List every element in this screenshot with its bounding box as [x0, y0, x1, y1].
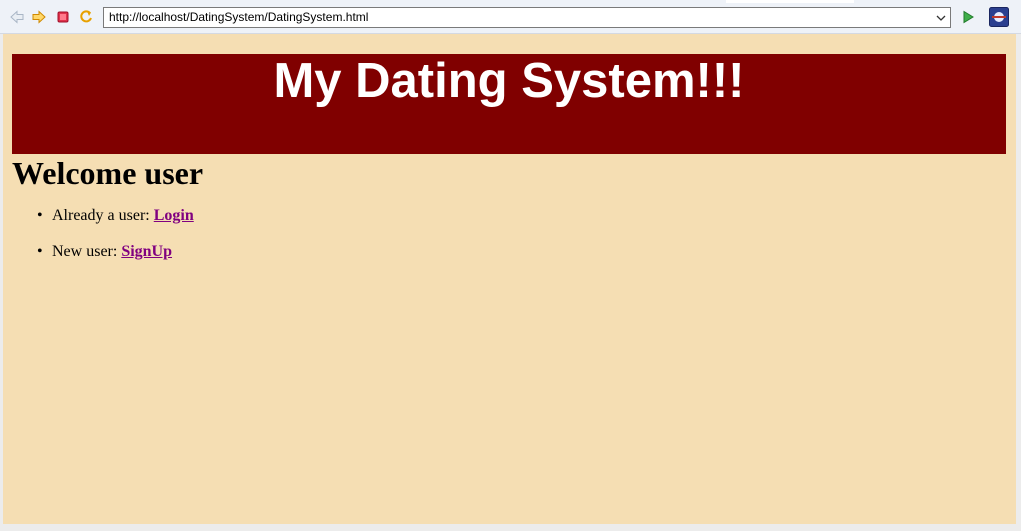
- go-arrow-icon[interactable]: [960, 9, 976, 25]
- banner-title: My Dating System!!!: [273, 54, 745, 108]
- window-frame-left: [0, 34, 3, 531]
- page-content: My Dating System!!! Welcome user Already…: [3, 34, 1016, 524]
- url-field[interactable]: http://localhost/DatingSystem/DatingSyst…: [103, 7, 951, 28]
- list-item: Already a user: Login: [37, 206, 194, 242]
- window-frame-right: [1016, 34, 1021, 531]
- browser-toolbar: http://localhost/DatingSystem/DatingSyst…: [0, 0, 1021, 34]
- list-item: New user: SignUp: [37, 242, 194, 278]
- tab-accent: [726, 0, 854, 3]
- chevron-down-icon[interactable]: [934, 8, 948, 27]
- list-item-text: Already a user:: [52, 207, 154, 224]
- welcome-heading: Welcome user: [12, 155, 204, 191]
- signup-link[interactable]: SignUp: [121, 243, 172, 260]
- url-text: http://localhost/DatingSystem/DatingSyst…: [109, 10, 369, 24]
- options-list: Already a user: Login New user: SignUp: [37, 206, 194, 278]
- eclipse-browser-icon[interactable]: [989, 7, 1009, 27]
- refresh-icon[interactable]: [78, 9, 94, 25]
- list-item-text: New user:: [52, 243, 122, 260]
- back-arrow-icon[interactable]: [9, 9, 25, 25]
- window-frame-bottom: [0, 524, 1021, 531]
- title-banner: My Dating System!!!: [12, 54, 1006, 154]
- stop-icon[interactable]: [55, 9, 71, 25]
- login-link[interactable]: Login: [154, 207, 194, 224]
- forward-arrow-icon[interactable]: [31, 9, 47, 25]
